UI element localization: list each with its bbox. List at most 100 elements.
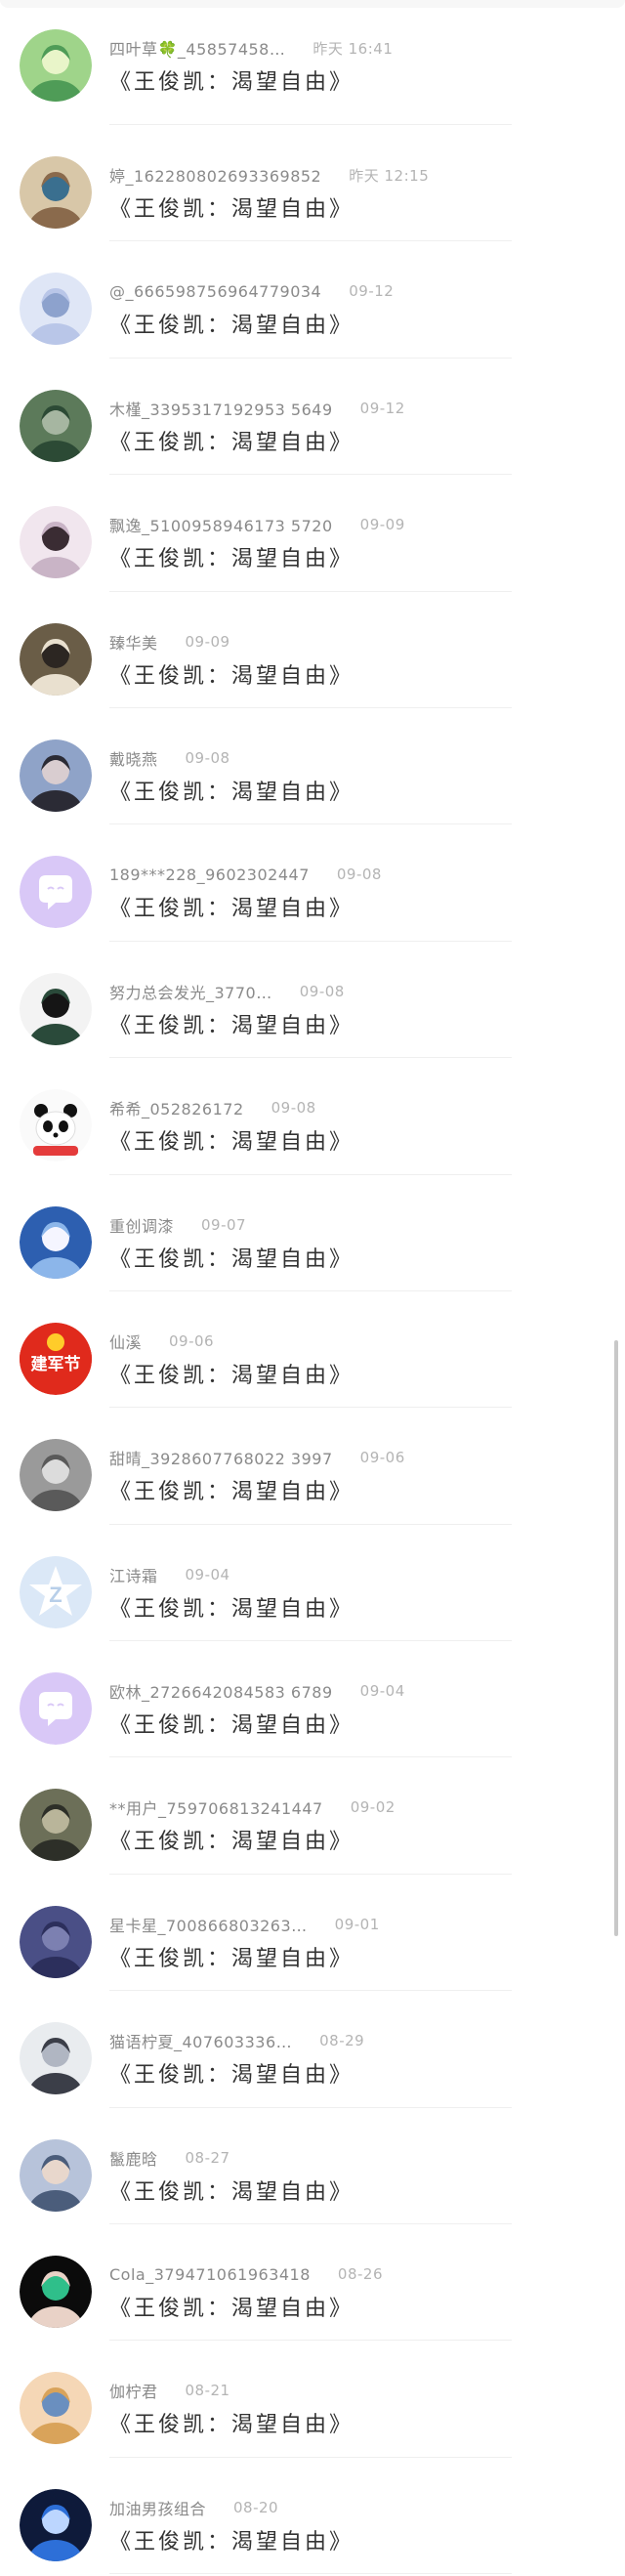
username[interactable]: 重创调漆 — [109, 1213, 174, 1237]
list-item[interactable]: 189***228_9602302447 09-08 《王俊凯：渴望自由》 — [0, 824, 625, 942]
list-item[interactable]: Cola_379471061963418 08-26 《王俊凯：渴望自由》 — [0, 2224, 625, 2342]
list-item[interactable]: 婷_162280802693369852 昨天 12:15 《王俊凯：渴望自由》 — [0, 125, 625, 242]
list-item[interactable]: 鬣鹿晗 08-27 《王俊凯：渴望自由》 — [0, 2108, 625, 2225]
avatar[interactable] — [20, 1789, 92, 1862]
username[interactable]: Cola_379471061963418 — [109, 2265, 311, 2284]
avatar[interactable] — [20, 506, 92, 579]
default-star-q-icon: Z — [20, 1555, 92, 1628]
username[interactable]: @_666598756964779034 — [109, 282, 321, 301]
username[interactable]: 飘逸_5100958946173 5720 — [109, 513, 333, 536]
list-item[interactable]: 猫语柠夏_407603336… 08-29 《王俊凯：渴望自由》 — [0, 1991, 625, 2108]
username[interactable]: 婷_162280802693369852 — [109, 163, 321, 187]
list-item[interactable]: 臻华美 09-09 《王俊凯：渴望自由》 — [0, 592, 625, 708]
girl-light-blue-photo — [20, 273, 92, 346]
list-item[interactable]: 木槿_3395317192953 5649 09-12 《王俊凯：渴望自由》 — [0, 359, 625, 476]
username[interactable]: 努力总会发光_3770… — [109, 980, 272, 1003]
avatar[interactable] — [20, 1672, 92, 1746]
avatar[interactable] — [20, 273, 92, 346]
list-item[interactable]: 戴晓燕 09-08 《王俊凯：渴望自由》 — [0, 708, 625, 825]
list-item[interactable]: **用户_759706813241447 09-02 《王俊凯：渴望自由》 — [0, 1757, 625, 1875]
avatar[interactable] — [20, 2372, 92, 2445]
meta-line: 仙溪 09-06 — [109, 1330, 214, 1352]
avatar[interactable] — [20, 1205, 92, 1279]
avatar[interactable] — [20, 2022, 92, 2095]
username[interactable]: 木槿_3395317192953 5649 — [109, 397, 333, 420]
message-text: 《王俊凯：渴望自由》 — [109, 2413, 354, 2438]
forest-path-photo — [20, 29, 92, 102]
man-in-coat-photo — [20, 1789, 92, 1862]
username[interactable]: 四叶草🍀_45857458… — [109, 36, 285, 60]
message-text: 《王俊凯：渴望自由》 — [109, 70, 354, 95]
avatar[interactable] — [20, 622, 92, 696]
message-text: 《王俊凯：渴望自由》 — [109, 314, 354, 339]
avatar[interactable] — [20, 856, 92, 929]
list-item[interactable]: 希希_052826172 09-08 《王俊凯：渴望自由》 — [0, 1058, 625, 1175]
avatar[interactable]: 建军节 — [20, 1322, 92, 1395]
username[interactable]: 猫语柠夏_407603336… — [109, 2029, 292, 2052]
list-item[interactable]: 加油男孩组合 08-20 《王俊凯：渴望自由》 — [0, 2458, 625, 2575]
username[interactable]: 星卡星_700866803263… — [109, 1913, 308, 1936]
avatar[interactable] — [20, 2138, 92, 2212]
username[interactable]: 欧林_2726642084583 6789 — [109, 1679, 333, 1703]
timestamp: 09-06 — [169, 1331, 215, 1350]
avatar[interactable] — [20, 29, 92, 102]
message-text: 《王俊凯：渴望自由》 — [109, 1363, 354, 1388]
username[interactable]: 戴晓燕 — [109, 746, 158, 770]
meta-line: 努力总会发光_3770… 09-08 — [109, 981, 345, 1002]
svg-text:建军节: 建军节 — [31, 1354, 81, 1374]
timestamp: 09-06 — [359, 1449, 405, 1467]
army-day-banner: 建军节 — [20, 1322, 92, 1395]
username[interactable]: 加油男孩组合 — [109, 2496, 206, 2519]
message-list: 四叶草🍀_45857458… 昨天 16:41 《王俊凯：渴望自由》 婷_16228… — [0, 0, 625, 2575]
timestamp: 09-07 — [201, 1215, 247, 1234]
list-item[interactable]: 欧林_2726642084583 6789 09-04 《王俊凯：渴望自由》 — [0, 1641, 625, 1758]
cartoon-boy-photo — [20, 2138, 92, 2212]
timestamp: 09-08 — [336, 866, 382, 884]
list-item[interactable]: 飘逸_5100958946173 5720 09-09 《王俊凯：渴望自由》 — [0, 475, 625, 592]
list-item[interactable]: 四叶草🍀_45857458… 昨天 16:41 《王俊凯：渴望自由》 — [0, 0, 625, 125]
panda-cartoon-icon — [20, 1089, 92, 1162]
username[interactable]: 189***228_9602302447 — [109, 866, 310, 884]
username[interactable]: 臻华美 — [109, 630, 158, 654]
meta-line: **用户_759706813241447 09-02 — [109, 1796, 396, 1818]
username[interactable]: 江诗霜 — [109, 1563, 158, 1586]
scrollbar[interactable] — [614, 1340, 618, 1936]
timestamp: 09-04 — [359, 1682, 405, 1701]
avatar[interactable] — [20, 2488, 92, 2561]
avatar[interactable] — [20, 389, 92, 462]
list-item[interactable]: @_666598756964779034 09-12 《王俊凯：渴望自由》 — [0, 241, 625, 359]
username[interactable]: 鬣鹿晗 — [109, 2146, 158, 2170]
list-item[interactable]: 星卡星_700866803263… 09-01 《王俊凯：渴望自由》 — [0, 1875, 625, 1992]
meta-line: 甜晴_3928607768022 3997 09-06 — [109, 1447, 405, 1468]
meta-line: 伽柠君 08-21 — [109, 2380, 230, 2401]
username[interactable]: 伽柠君 — [109, 2379, 158, 2402]
girl-in-forest-photo — [20, 389, 92, 462]
avatar[interactable] — [20, 972, 92, 1045]
stage-lights-photo — [20, 2488, 92, 2561]
timestamp: 08-20 — [233, 2498, 279, 2516]
avatar[interactable] — [20, 1905, 92, 1978]
avatar[interactable] — [20, 1089, 92, 1162]
username[interactable]: 甜晴_3928607768022 3997 — [109, 1446, 333, 1469]
list-item[interactable]: 甜晴_3928607768022 3997 09-06 《王俊凯：渴望自由》 — [0, 1408, 625, 1525]
meta-line: 戴晓燕 09-08 — [109, 747, 230, 769]
list-item[interactable]: 努力总会发光_3770… 09-08 《王俊凯：渴望自由》 — [0, 942, 625, 1059]
message-text: 《王俊凯：渴望自由》 — [109, 1596, 354, 1622]
username[interactable]: **用户_759706813241447 — [109, 1795, 323, 1819]
meta-line: 希希_052826172 09-08 — [109, 1097, 316, 1119]
list-item[interactable]: Z 江诗霜 09-04 《王俊凯：渴望自由》 — [0, 1525, 625, 1642]
default-chat-bubble-icon — [20, 856, 92, 929]
avatar[interactable] — [20, 1439, 92, 1512]
list-item[interactable]: 伽柠君 08-21 《王俊凯：渴望自由》 — [0, 2341, 625, 2458]
avatar[interactable]: Z — [20, 1555, 92, 1628]
message-text: 《王俊凯：渴望自由》 — [109, 2063, 354, 2089]
avatar[interactable] — [20, 2256, 92, 2329]
username[interactable]: 仙溪 — [109, 1330, 142, 1353]
username[interactable]: 希希_052826172 — [109, 1096, 244, 1119]
list-item[interactable]: 重创调漆 09-07 《王俊凯：渴望自由》 — [0, 1175, 625, 1291]
list-item[interactable]: 建军节 仙溪 09-06 《王俊凯：渴望自由》 — [0, 1291, 625, 1409]
avatar[interactable] — [20, 156, 92, 229]
timestamp: 08-21 — [185, 2382, 230, 2400]
message-text: 《王俊凯：渴望自由》 — [109, 1830, 354, 1855]
avatar[interactable] — [20, 739, 92, 812]
